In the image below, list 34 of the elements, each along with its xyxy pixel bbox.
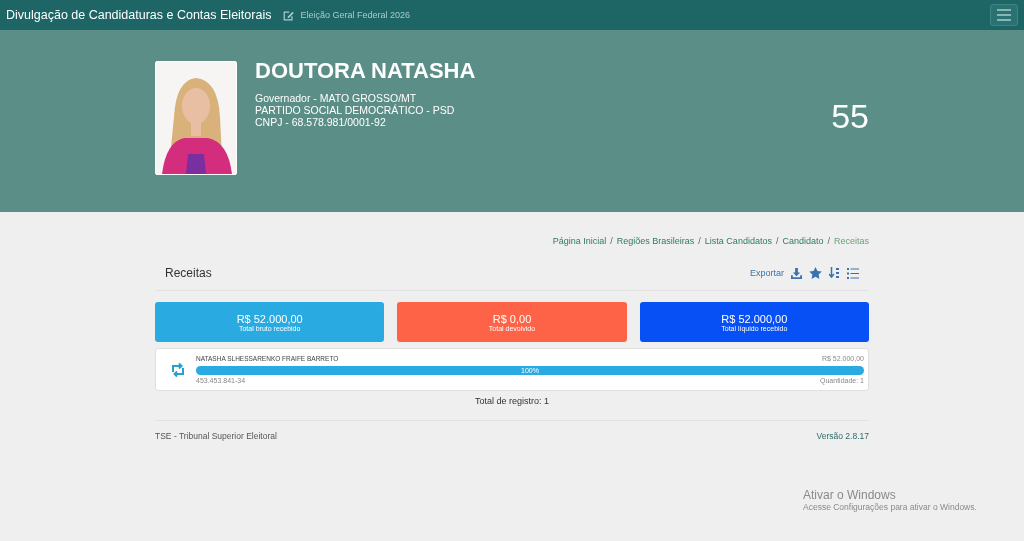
breadcrumb-link[interactable]: Regiões Brasileiras: [616, 236, 695, 246]
total-amount: R$ 52.000,00: [721, 312, 788, 325]
section-title: Receitas: [165, 266, 212, 280]
repeat-icon: [170, 361, 186, 378]
candidate-cnpj: CNPJ - 68.578.981/0001-92: [255, 116, 387, 128]
candidate-office: Governador - MATO GROSSO/MT: [255, 92, 418, 104]
candidate-party: PARTIDO SOCIAL DEMOCRÁTICO - PSD: [255, 104, 456, 116]
sort-icon[interactable]: [829, 267, 840, 279]
total-amount: R$ 52.000,00: [236, 312, 303, 325]
candidate-name: DOUTORA NATASHA: [255, 58, 476, 84]
breadcrumb-separator: /: [698, 236, 701, 246]
breadcrumb-separator: /: [610, 236, 613, 246]
total-amount: R$ 0,00: [492, 312, 532, 325]
activation-title: Ativar o Windows: [803, 488, 897, 502]
footer-text: TSE - Tribunal Superior Eleitoral: [155, 431, 277, 441]
menu-icon: [997, 9, 1011, 21]
version-label: Versão 2.8.17: [816, 431, 869, 441]
breadcrumb-link[interactable]: Candidato: [782, 236, 824, 246]
breadcrumb-link[interactable]: Receitas: [834, 236, 869, 246]
download-icon[interactable]: [791, 267, 802, 279]
menu-button[interactable]: [990, 4, 1018, 26]
breadcrumb-link[interactable]: Lista Candidatos: [704, 236, 772, 246]
site-title[interactable]: Divulgação de Candidaturas e Contas Eleitorais: [6, 8, 272, 22]
activation-text: Acesse Configurações para ativar o Windows.: [803, 502, 977, 512]
breadcrumb-separator: /: [827, 236, 830, 246]
edit-icon: [282, 8, 296, 22]
export-link[interactable]: Exportar: [750, 268, 784, 278]
breadcrumb-separator: /: [775, 236, 779, 246]
list-icon[interactable]: [847, 267, 859, 279]
total-records: Total de registro: 1: [474, 396, 549, 406]
star-icon[interactable]: [809, 267, 822, 279]
candidate-number: 55: [831, 97, 869, 136]
breadcrumb-link[interactable]: Página Inicial: [552, 236, 607, 246]
election-label[interactable]: Eleição Geral Federal 2026: [300, 10, 410, 20]
